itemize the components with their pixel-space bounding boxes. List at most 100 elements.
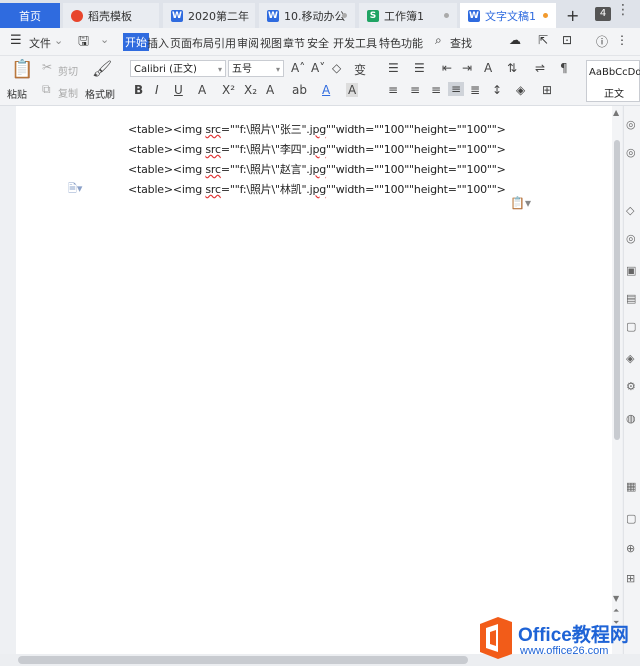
paste-options-icon[interactable]: 📋▾ — [510, 196, 531, 210]
superscript-icon[interactable]: X² — [222, 83, 235, 97]
tab-workbook1[interactable]: S 工作簿1 — [359, 3, 457, 28]
side-tool-icon[interactable]: ◇ — [626, 204, 634, 217]
side-tool-icon[interactable]: ▦ — [626, 480, 636, 493]
shading-icon[interactable]: ◈ — [516, 83, 525, 97]
menu-page-layout[interactable]: 页面布局 — [170, 35, 214, 51]
justify-icon[interactable]: ≡ — [448, 82, 465, 96]
text-run: <table><img — [128, 143, 206, 156]
menu-chapter[interactable]: 章节 — [283, 35, 305, 51]
highlight-icon[interactable]: ab — [292, 83, 307, 97]
paragraph-mark-icon[interactable]: ¶ — [560, 61, 568, 75]
menu-review[interactable]: 审阅 — [237, 35, 259, 51]
menu-file[interactable]: 文件 — [29, 35, 51, 51]
tab-text-doc1[interactable]: W 文字文稿1 — [460, 3, 556, 28]
copy-button[interactable]: 复制 — [58, 85, 78, 100]
menu-insert[interactable]: 插入 — [147, 35, 169, 51]
side-tool-icon[interactable]: ◍ — [626, 412, 636, 425]
sort-icon[interactable]: ⇅ — [507, 61, 517, 75]
more-icon[interactable]: ⋮ — [616, 2, 630, 18]
font-size-select[interactable]: 五号 ▾ — [228, 60, 284, 77]
clear-format-icon[interactable]: ◇ — [332, 61, 341, 75]
side-tool-icon[interactable]: ◎ — [626, 118, 636, 131]
menu-search[interactable]: 查找 — [450, 35, 472, 51]
tab-count-badge[interactable]: 4 — [595, 7, 611, 21]
menu-special-features[interactable]: 特色功能 — [379, 35, 423, 51]
chevron-down-icon[interactable]: ⌄ — [54, 34, 63, 47]
menu-home[interactable]: 开始 — [123, 33, 149, 51]
font-color-icon[interactable]: A — [322, 83, 330, 97]
format-painter-icon[interactable]: 🖌 — [92, 59, 112, 78]
side-tool-icon[interactable]: ▤ — [626, 292, 636, 305]
chinese-layout-icon[interactable]: A — [484, 61, 492, 75]
format-painter-button[interactable]: 格式刷 — [85, 86, 115, 101]
align-center-icon[interactable]: ≡ — [410, 83, 420, 97]
bold-icon[interactable]: B — [134, 83, 143, 97]
copy-icon[interactable]: ⧉ — [42, 82, 51, 97]
hamburger-icon[interactable]: ☰ — [10, 33, 22, 48]
menu-view[interactable]: 视图 — [260, 35, 282, 51]
side-tool-icon[interactable]: ⚙ — [626, 380, 636, 393]
side-tool-icon[interactable]: ▣ — [626, 264, 636, 277]
scroll-down-icon[interactable]: ▼ — [613, 594, 619, 603]
document-line[interactable]: <table><img src=""f:\照片\"林凯".jpg""width=… — [128, 181, 506, 197]
underline-icon[interactable]: U — [174, 83, 183, 97]
subscript-icon[interactable]: X₂ — [244, 83, 257, 97]
borders-icon[interactable]: ⊞ — [542, 83, 552, 97]
save-icon[interactable]: 🖫 — [78, 32, 89, 54]
document-line[interactable]: <table><img src=""f:\照片\"赵言".jpg""width=… — [128, 161, 506, 177]
menu-bar: ☰ 文件 ⌄ 🖫 ⌄ 开始 插入 页面布局 引用 审阅 视图 章节 安全 开发工… — [0, 28, 640, 56]
char-shading-icon[interactable]: A — [346, 83, 359, 97]
tab-doc-mobile-office[interactable]: W 10.移动办公 — [259, 3, 355, 28]
cloud-icon[interactable]: ☁ — [509, 33, 521, 47]
italic-icon[interactable]: I — [155, 83, 159, 97]
side-tool-icon[interactable]: ▢ — [626, 512, 636, 525]
phonetic-guide-icon[interactable]: 变 — [354, 61, 366, 78]
grow-font-icon[interactable]: A˄ — [291, 61, 305, 75]
font-name-select[interactable]: Calibri (正文) ▾ — [130, 60, 226, 77]
increase-indent-icon[interactable]: ⇥ — [462, 61, 472, 75]
scissors-icon[interactable]: ✂ — [42, 60, 52, 74]
export-icon[interactable]: ⊡ — [562, 33, 572, 47]
scroll-up-icon[interactable]: ▲ — [613, 108, 619, 117]
numbered-list-icon[interactable]: ☰ — [414, 61, 425, 75]
side-tool-icon[interactable]: ⊕ — [626, 542, 635, 555]
align-right-icon[interactable]: ≡ — [431, 83, 441, 97]
side-tool-icon[interactable]: ◎ — [626, 146, 636, 159]
side-tool-icon[interactable]: ⊞ — [626, 572, 635, 585]
help-icon[interactable]: ⓘ — [596, 33, 608, 50]
text-run: =""f:\照片\"赵言". — [220, 163, 310, 176]
side-tool-icon[interactable]: ◎ — [626, 232, 636, 245]
text-effect-icon[interactable]: A — [266, 83, 274, 97]
tab-home[interactable]: 首页 — [0, 3, 60, 28]
quick-access-more-icon[interactable]: ⌄ — [100, 33, 109, 46]
share-icon[interactable]: ⇱ — [538, 33, 548, 47]
side-tool-icon[interactable]: ◈ — [626, 352, 634, 365]
line-spacing-icon[interactable]: ↕ — [492, 83, 502, 97]
new-tab-button[interactable]: + — [566, 6, 579, 25]
align-left-icon[interactable]: ≡ — [388, 83, 398, 97]
paste-button[interactable]: 粘贴 — [7, 86, 27, 101]
document-page[interactable]: 🗎▾ <table><img src=""f:\照片\"张三".jpg""wid… — [16, 106, 612, 654]
search-icon[interactable]: ⌕ — [435, 33, 442, 48]
more-icon[interactable]: ⋮ — [616, 33, 628, 47]
decrease-indent-icon[interactable]: ⇤ — [442, 61, 452, 75]
side-tool-icon[interactable]: ▢ — [626, 320, 636, 333]
menu-references[interactable]: 引用 — [214, 35, 236, 51]
document-line[interactable]: <table><img src=""f:\照片\"李四".jpg""width=… — [128, 141, 506, 157]
vertical-scroll-thumb[interactable] — [614, 140, 620, 440]
tab-daoke-templates[interactable]: 稻壳模板 — [63, 3, 159, 28]
shrink-font-icon[interactable]: A˅ — [311, 61, 325, 75]
bullet-list-icon[interactable]: ☰ — [388, 61, 399, 75]
paste-icon[interactable]: 📋 — [11, 59, 33, 80]
cut-button[interactable]: 剪切 — [58, 63, 78, 78]
menu-security[interactable]: 安全 — [307, 35, 329, 51]
paragraph-handle-icon[interactable]: 🗎▾ — [68, 180, 82, 199]
style-gallery[interactable]: AaBbCcDd 正文 — [586, 60, 640, 102]
tab-doc-2020[interactable]: W 2020第二年 — [163, 3, 255, 28]
menu-developer-tools[interactable]: 开发工具 — [333, 35, 377, 51]
show-hide-marks-icon[interactable]: ⇌ — [535, 61, 545, 75]
strikethrough-icon[interactable]: A — [198, 83, 206, 97]
distributed-icon[interactable]: ≣ — [470, 83, 480, 97]
document-line[interactable]: <table><img src=""f:\照片\"张三".jpg""width=… — [128, 121, 506, 137]
horizontal-scroll-thumb[interactable] — [18, 656, 468, 664]
